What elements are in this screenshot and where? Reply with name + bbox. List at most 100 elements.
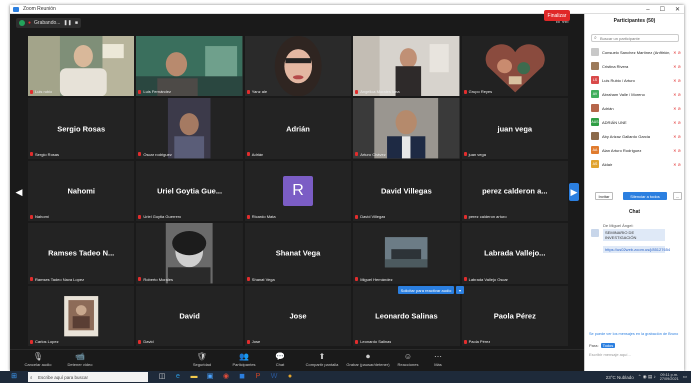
participant-list-item[interactable]: Cristina Rivera ✕ ⊘ <box>591 61 681 71</box>
edge-icon[interactable]: e <box>174 373 182 381</box>
participant-tile[interactable]: Uriel Goytia Gue... Uriel Goytia Guerrero <box>136 160 243 222</box>
muted-mic-icon <box>138 89 142 94</box>
participant-tile[interactable]: Carlos Lopez <box>28 285 135 346</box>
more-options-button[interactable]: ... <box>673 192 682 200</box>
file-explorer-icon[interactable]: ▬ <box>190 373 198 381</box>
participant-label-text: Carlos Lopez <box>35 339 59 344</box>
participant-list-item[interactable]: AUS ADRIÁN UNE ✕ ⊘ <box>591 117 681 127</box>
participant-tile[interactable]: Roberto Morales <box>136 223 243 284</box>
participant-label-text: Roberto Morales <box>143 276 173 282</box>
participant-tile[interactable]: Jose Jose <box>244 285 352 346</box>
chat-message-link[interactable]: https://us02web.zoom.us/j/85127654 <box>603 246 670 253</box>
participant-label-text: Sergio Rosas <box>35 151 60 157</box>
muted-mic-icon <box>246 339 250 344</box>
participant-list-item[interactable]: AA Alan Arturo Rodríguez ✕ ⊘ <box>591 145 681 155</box>
tray-icons[interactable]: ⌃ ◉ ▤ ♪ <box>638 374 656 380</box>
participant-label: David Villegas <box>355 214 385 219</box>
maximize-button[interactable]: ☐ <box>660 6 665 13</box>
participant-tile[interactable]: Grupo Reyes <box>461 36 568 97</box>
participant-tile[interactable]: perez calderon a... perez calderon arturo <box>461 160 568 222</box>
close-window-button[interactable]: ✕ <box>675 6 680 13</box>
chat-recipient: Para: Todos <box>589 343 616 348</box>
toolbar-button[interactable]: ⏺ Grabar (pausar/detener) <box>346 352 390 367</box>
participant-tile[interactable]: Labrada Vallejo... Labrada Vallejo Oscar <box>461 223 568 284</box>
taskbar-search-input[interactable]: ⌕ Escribe aquí para buscar <box>28 372 148 382</box>
participant-tile[interactable]: Leonardo Salinas Leonardo Salinas <box>353 285 460 346</box>
participant-tile[interactable]: Adrián Adrián <box>244 98 352 159</box>
app-icon[interactable]: ● <box>286 373 294 381</box>
participant-tile[interactable]: Miguel Hernández <box>353 223 460 284</box>
task-view-icon[interactable]: ◫ <box>158 373 166 381</box>
next-page-arrow-icon[interactable]: ▶ <box>569 183 579 201</box>
participant-tile[interactable]: Luis Fernández <box>136 36 243 97</box>
end-meeting-button[interactable]: Finalizar <box>544 10 570 21</box>
participant-list-item[interactable]: Adrián ✕ ⊘ <box>591 103 681 113</box>
ask-unmute-dropdown-icon[interactable]: ▾ <box>456 286 464 294</box>
stop-recording-icon[interactable]: ■ <box>75 20 78 26</box>
participant-tile[interactable]: David David <box>136 285 243 346</box>
store-icon[interactable]: ▣ <box>206 373 214 381</box>
toolbar-button[interactable]: ⋯ Más <box>416 352 460 367</box>
windows-start-icon[interactable]: ⊞ <box>10 373 18 381</box>
participant-avatar: AUS <box>591 118 599 126</box>
participant-list-item[interactable]: AV Abraham Valle / Moreno ✕ ⊘ <box>591 89 681 99</box>
previous-page-arrow-icon[interactable]: ◀ <box>14 183 24 201</box>
participant-tile[interactable]: Sergio Rosas Sergio Rosas <box>28 98 135 159</box>
participant-tile[interactable]: R Ricardo Mata <box>244 160 352 222</box>
participant-label-text: Paola Pérez <box>468 339 491 344</box>
toolbar-button[interactable]: 🎙 Cancelar audio <box>16 352 60 367</box>
participant-tile[interactable]: Shanat Vega Shanat Vega <box>244 223 352 284</box>
participant-tile[interactable]: Nahomi Nahomi <box>28 160 135 222</box>
participant-tile[interactable]: Luis rubio <box>28 36 135 97</box>
participant-list-item[interactable]: Consuelo Sanchez Martínez (Anfitrión, yo… <box>591 47 681 57</box>
participant-tile[interactable]: Yanz ale <box>244 36 352 97</box>
participant-list-item[interactable]: LS Luis Rubio / Arturo ✕ ⊘ <box>591 75 681 85</box>
powerpoint-icon[interactable]: P <box>254 373 262 381</box>
participant-tile[interactable]: Arturo Chávez <box>353 98 460 159</box>
participant-tile[interactable]: Paola Pérez Paola Pérez <box>461 285 568 346</box>
toolbar-button[interactable]: 🛡 Seguridad <box>180 352 224 367</box>
shield-icon <box>19 20 25 26</box>
toolbar-button[interactable]: 📹 Detener video <box>58 352 102 367</box>
ask-unmute-button[interactable]: Solicitar para reactivar audio <box>398 286 454 294</box>
participant-label-text: Miguel Hernández <box>360 276 393 282</box>
toolbar-label: Participantes <box>232 362 256 367</box>
participant-label-text: Grupo Reyes <box>468 89 493 95</box>
toolbar-button[interactable]: ⬆ Compartir pantalla <box>300 352 344 367</box>
participant-tile[interactable]: David Villegas David Villegas <box>353 160 460 222</box>
participant-tile[interactable]: juan vega juan vega <box>461 98 568 159</box>
muted-mic-icon <box>463 277 467 282</box>
weather-status[interactable]: 23°C Nublado <box>606 375 634 380</box>
participant-label: Labrada Vallejo Oscar <box>463 277 508 282</box>
muted-mic-icon: ✕ ⊘ <box>673 119 681 125</box>
participant-tile[interactable]: Angelica Morales luna <box>353 36 460 97</box>
participant-tile[interactable]: Ramses Tadeo N... Ramses Tadeo Nava Lopez <box>28 223 135 284</box>
mute-all-button[interactable]: Silenciar a todos <box>623 192 667 200</box>
toolbar-button[interactable]: 💬 Chat <box>258 352 302 367</box>
notifications-icon[interactable]: ▭ <box>683 374 687 380</box>
chat-input[interactable]: Escribir mensaje aquí... <box>589 352 631 357</box>
participant-avatar <box>591 104 599 112</box>
participant-label-text: Jose <box>251 339 261 344</box>
participant-name: Nahomi <box>67 186 95 196</box>
chat-recipient-dropdown[interactable]: Todos <box>600 343 616 348</box>
participant-label: Shanat Vega <box>246 277 275 282</box>
word-icon[interactable]: W <box>270 373 278 381</box>
participant-list-name: Luis Rubio / Arturo <box>602 77 635 83</box>
muted-mic-icon <box>463 89 467 94</box>
participant-list-item[interactable]: AS Aldair ✕ ⊘ <box>591 159 681 169</box>
muted-mic-icon <box>355 339 359 344</box>
participant-search-input[interactable]: ⌕ Buscar un participante <box>591 34 679 42</box>
pause-recording-icon[interactable]: ❚❚ <box>63 20 71 26</box>
zoom-app-icon[interactable]: ◼ <box>238 373 246 381</box>
chrome-icon[interactable]: ◉ <box>222 373 230 381</box>
participant-list-item[interactable]: Aby Arizaz Gallardo Garcia ✕ ⊘ <box>591 131 681 141</box>
participant-label-text: Adrián <box>251 151 264 157</box>
info-pill[interactable]: ● Grabando... ❚❚ ■ <box>16 18 81 28</box>
participant-tile[interactable]: Oscar rodriguez <box>136 98 243 159</box>
muted-mic-icon <box>246 89 250 94</box>
invite-button[interactable]: Invitar <box>595 192 613 200</box>
muted-mic-icon: ✕ ⊘ <box>673 91 681 97</box>
clock[interactable]: 09:11 p.m. 27/09/2021 <box>660 373 679 382</box>
minimize-button[interactable]: – <box>646 7 649 13</box>
